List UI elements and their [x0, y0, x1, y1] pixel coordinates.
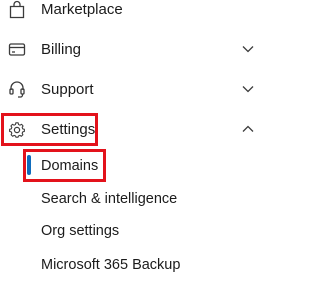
shopping-bag-icon — [7, 0, 27, 20]
admin-nav-pane: Marketplace Billing Support Settings Dom… — [0, 0, 267, 273]
chevron-down-icon[interactable] — [241, 42, 255, 56]
sub-item-domains[interactable]: Domains — [0, 145, 267, 185]
sub-item-label: Microsoft 365 Backup — [41, 257, 181, 273]
nav-item-label: Support — [41, 81, 94, 98]
nav-item-support[interactable]: Support — [0, 70, 267, 110]
sub-item-label: Search & intelligence — [41, 191, 178, 207]
nav-item-label: Settings — [41, 121, 96, 138]
sub-item-microsoft-365-backup[interactable]: Microsoft 365 Backup — [0, 250, 267, 290]
chevron-down-icon[interactable] — [241, 82, 255, 96]
sub-item-label: Org settings — [41, 223, 120, 239]
sub-item-org-settings[interactable]: Org settings — [0, 215, 267, 255]
credit-card-icon — [7, 39, 27, 59]
sub-item-label: Domains — [41, 158, 99, 174]
nav-item-marketplace[interactable]: Marketplace — [0, 0, 267, 30]
chevron-up-icon[interactable] — [241, 122, 255, 136]
gear-icon — [7, 120, 27, 140]
headset-icon — [7, 79, 27, 99]
nav-item-label: Marketplace — [41, 1, 123, 18]
nav-item-label: Billing — [41, 41, 82, 58]
nav-item-billing[interactable]: Billing — [0, 30, 267, 70]
nav-item-settings[interactable]: Settings — [0, 110, 267, 150]
